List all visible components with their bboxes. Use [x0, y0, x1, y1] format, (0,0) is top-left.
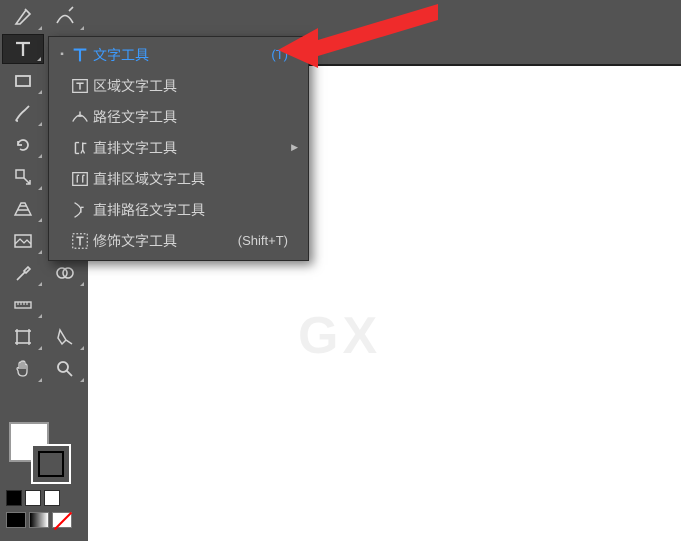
flyout-item-type[interactable]: ▪ 文字工具(T)	[49, 39, 308, 70]
mini-swatch-1[interactable]	[25, 490, 41, 506]
color-fill-button[interactable]	[6, 512, 26, 528]
none-fill-button[interactable]	[52, 512, 72, 528]
touch-type-icon	[67, 231, 93, 251]
artboard-tool-button[interactable]	[2, 322, 44, 352]
paintbrush-tool-button[interactable]	[2, 98, 44, 128]
mini-swatch-2[interactable]	[44, 490, 60, 506]
hand-tool-button[interactable]	[2, 354, 44, 384]
path-type-icon	[67, 107, 93, 127]
flyout-item-shortcut: (T)	[260, 47, 288, 62]
flyout-item-label: 路径文字工具	[93, 107, 260, 127]
flyout-item-label: 区域文字工具	[93, 76, 260, 96]
flyout-item-label: 文字工具	[93, 45, 260, 65]
fill-mode-row	[2, 512, 86, 528]
flyout-item-touch-type[interactable]: 修饰文字工具(Shift+T)	[49, 225, 308, 256]
ruler-tool-button[interactable]	[2, 290, 44, 320]
flyout-item-vertical-type[interactable]: 直排文字工具 ▶	[49, 132, 308, 163]
stroke-swatch[interactable]	[31, 444, 71, 484]
image-placeholder-tool-button[interactable]	[2, 226, 44, 256]
flyout-item-label: 直排文字工具	[93, 138, 260, 158]
curvature-tool-button[interactable]	[44, 2, 86, 32]
rotate-tool-button[interactable]	[2, 130, 44, 160]
zoom-tool-button[interactable]	[44, 354, 86, 384]
default-colors-row	[2, 490, 86, 506]
fill-stroke-control[interactable]	[9, 422, 79, 482]
area-type-icon	[67, 76, 93, 96]
scale-tool-button[interactable]	[2, 162, 44, 192]
eyedropper-tool-button[interactable]	[2, 258, 44, 288]
anchor-point-tool-button[interactable]	[2, 2, 44, 32]
type-tool-flyout: ▪ 文字工具(T)区域文字工具路径文字工具直排文字工具 ▶ 直排区域文字工具直排路径文…	[48, 36, 309, 261]
rectangle-tool-button[interactable]	[2, 66, 44, 96]
blend-tool-button[interactable]	[44, 258, 86, 288]
vertical-type-icon	[67, 138, 93, 158]
flyout-item-label: 修饰文字工具	[93, 231, 238, 251]
flyout-item-shortcut: (Shift+T)	[238, 233, 288, 248]
mini-swatch-0[interactable]	[6, 490, 22, 506]
active-marker: ▪	[57, 49, 67, 60]
type-icon	[67, 45, 93, 65]
flyout-item-label: 直排区域文字工具	[93, 169, 260, 189]
slice-tool-button[interactable]	[44, 322, 86, 352]
vertical-path-type-icon	[67, 200, 93, 220]
color-swatches	[2, 422, 86, 528]
flyout-item-label: 直排路径文字工具	[93, 200, 260, 220]
vertical-area-type-icon	[67, 169, 93, 189]
flyout-item-area-type[interactable]: 区域文字工具	[49, 70, 308, 101]
empty-tool-slot	[44, 290, 86, 320]
perspective-grid-tool-button[interactable]	[2, 194, 44, 224]
flyout-item-vertical-area-type[interactable]: 直排区域文字工具	[49, 163, 308, 194]
watermark-text: GX	[298, 306, 381, 366]
type-tool-button[interactable]	[2, 34, 44, 64]
gradient-fill-button[interactable]	[29, 512, 49, 528]
flyout-item-path-type[interactable]: 路径文字工具	[49, 101, 308, 132]
submenu-arrow-icon: ▶	[288, 142, 298, 153]
flyout-item-vertical-path-type[interactable]: 直排路径文字工具	[49, 194, 308, 225]
